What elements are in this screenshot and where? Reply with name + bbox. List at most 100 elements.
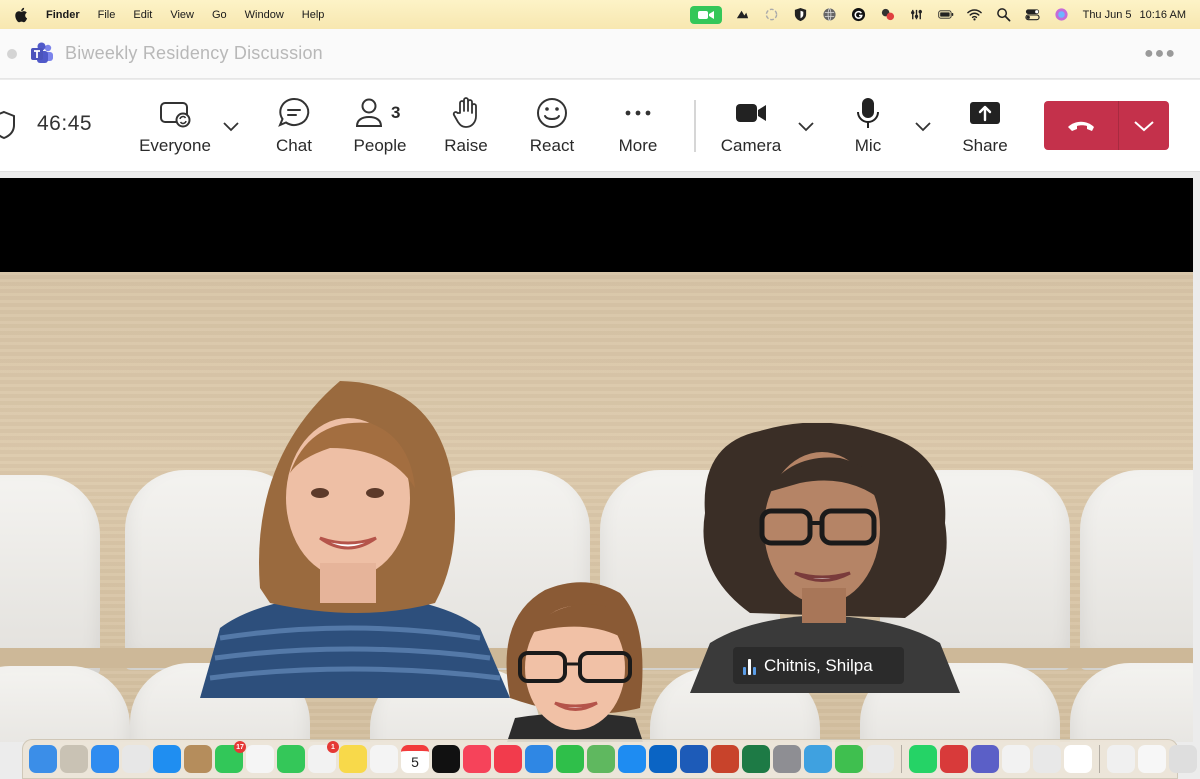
- menu-file[interactable]: File: [98, 9, 116, 21]
- launchpad-icon[interactable]: [122, 745, 150, 773]
- menubar-date: Thu Jun 5: [1082, 8, 1132, 21]
- active-app-name[interactable]: Finder: [46, 9, 80, 21]
- keychain-icon[interactable]: [1033, 745, 1061, 773]
- menu-bar: Finder File Edit View Go Window Help Thu…: [0, 0, 1200, 29]
- camera-in-use-icon[interactable]: [689, 5, 722, 24]
- battery-icon[interactable]: [937, 7, 954, 23]
- video-letterbox: [0, 178, 1193, 272]
- mic-button[interactable]: Mic: [838, 80, 898, 172]
- word-icon[interactable]: [680, 745, 708, 773]
- shield-status-icon[interactable]: [793, 7, 809, 23]
- shield-vpn-icon[interactable]: [940, 745, 968, 773]
- notes-icon[interactable]: [339, 745, 367, 773]
- preview-icon[interactable]: [1107, 745, 1135, 773]
- chevron-down-icon: [1134, 120, 1154, 131]
- smiley-icon: [537, 98, 567, 128]
- raise-hand-button[interactable]: Raise: [436, 80, 496, 172]
- apple-tv-icon[interactable]: [432, 745, 460, 773]
- teams-icon[interactable]: [971, 745, 999, 773]
- hang-up-icon: [1068, 121, 1094, 131]
- outlook-icon[interactable]: [649, 745, 677, 773]
- everyone-label: Everyone: [139, 136, 211, 155]
- calendar-day: 5: [411, 754, 419, 770]
- menu-go[interactable]: Go: [212, 9, 227, 21]
- menu-edit[interactable]: Edit: [133, 9, 152, 21]
- chevron-down-icon[interactable]: [222, 120, 240, 132]
- dock: 17 1 5: [22, 739, 1197, 779]
- affinity-icon[interactable]: [804, 745, 832, 773]
- document-icon[interactable]: [1138, 745, 1166, 773]
- numbers-icon[interactable]: [556, 745, 584, 773]
- control-center-icon[interactable]: [1025, 7, 1041, 23]
- globe-icon[interactable]: [822, 7, 838, 23]
- people-label: People: [353, 136, 407, 155]
- window-control-dot[interactable]: [7, 48, 17, 59]
- news-icon[interactable]: [494, 745, 522, 773]
- mic-label: Mic: [854, 136, 882, 155]
- chat-label: Chat: [276, 136, 312, 155]
- mail-icon[interactable]: [91, 745, 119, 773]
- screen-share-icon[interactable]: [835, 745, 863, 773]
- whatsapp-icon[interactable]: [909, 745, 937, 773]
- messages-icon[interactable]: 17: [215, 741, 246, 773]
- speaking-indicator-icon: [743, 657, 756, 675]
- together-mode-video[interactable]: Chitnis, Shilpa: [0, 178, 1193, 742]
- seat: [1080, 470, 1193, 670]
- chrome-icon[interactable]: [1064, 745, 1092, 773]
- shield-icon: [0, 110, 15, 140]
- participant-video-center[interactable]: [485, 578, 665, 742]
- wifi-icon[interactable]: [967, 7, 983, 23]
- leave-meeting-button[interactable]: [1044, 101, 1169, 150]
- more-button[interactable]: More: [608, 80, 668, 172]
- freeform-icon[interactable]: [370, 745, 398, 773]
- settings-icon[interactable]: [773, 745, 801, 773]
- keynote-icon[interactable]: [525, 745, 553, 773]
- participant-video-left[interactable]: [180, 378, 520, 698]
- language-icon[interactable]: [1002, 745, 1030, 773]
- more-options-icon[interactable]: ●●●: [1144, 45, 1176, 63]
- safari-icon[interactable]: [153, 745, 181, 773]
- microphone-icon: [857, 98, 879, 128]
- excel-icon[interactable]: [742, 745, 770, 773]
- meeting-status-icon[interactable]: [880, 7, 896, 23]
- contacts-icon[interactable]: [184, 745, 212, 773]
- menu-view[interactable]: View: [170, 9, 194, 21]
- trash-icon[interactable]: [1169, 745, 1197, 773]
- grammarly-icon[interactable]: [851, 7, 867, 23]
- share-button[interactable]: Share: [955, 80, 1015, 172]
- photos-icon[interactable]: [246, 745, 274, 773]
- raise-label: Raise: [444, 136, 488, 155]
- spinner-icon[interactable]: [764, 7, 780, 23]
- maps-icon[interactable]: [587, 745, 615, 773]
- powerpoint-icon[interactable]: [711, 745, 739, 773]
- control-tool-icon[interactable]: [909, 7, 925, 23]
- leave-options-button[interactable]: [1119, 101, 1169, 150]
- phone-mirror-icon[interactable]: [866, 745, 894, 773]
- siri-icon[interactable]: [1054, 7, 1070, 23]
- hang-up-button[interactable]: [1044, 101, 1119, 150]
- facetime-icon[interactable]: [277, 745, 305, 773]
- menu-help[interactable]: Help: [302, 9, 325, 21]
- menu-window[interactable]: Window: [245, 9, 284, 21]
- music-icon[interactable]: [463, 745, 491, 773]
- meeting-timer: 46:45: [37, 112, 93, 135]
- view-everyone-button[interactable]: Everyone: [136, 80, 214, 172]
- search-icon[interactable]: [996, 7, 1012, 23]
- app-store-icon[interactable]: [618, 745, 646, 773]
- camera-options-chevron-icon[interactable]: [797, 120, 815, 132]
- mic-options-chevron-icon[interactable]: [914, 120, 932, 132]
- meeting-stage: Chitnis, Shilpa: [0, 172, 1200, 742]
- screen-tool-icon[interactable]: [735, 7, 751, 23]
- finder-icon[interactable]: [29, 745, 57, 773]
- uttyler-icon[interactable]: [60, 745, 88, 773]
- people-button[interactable]: People: [345, 80, 415, 172]
- camera-button[interactable]: Camera: [716, 80, 786, 172]
- apple-icon[interactable]: [14, 7, 28, 23]
- dock-separator: [901, 745, 902, 773]
- menubar-clock[interactable]: Thu Jun 5 10:16 AM: [1083, 9, 1186, 21]
- reminders-icon[interactable]: 1: [308, 741, 339, 773]
- chat-button[interactable]: Chat: [265, 80, 323, 172]
- toolbar-divider: [694, 100, 696, 152]
- react-button[interactable]: React: [522, 80, 582, 172]
- calendar-icon[interactable]: 5: [401, 745, 429, 773]
